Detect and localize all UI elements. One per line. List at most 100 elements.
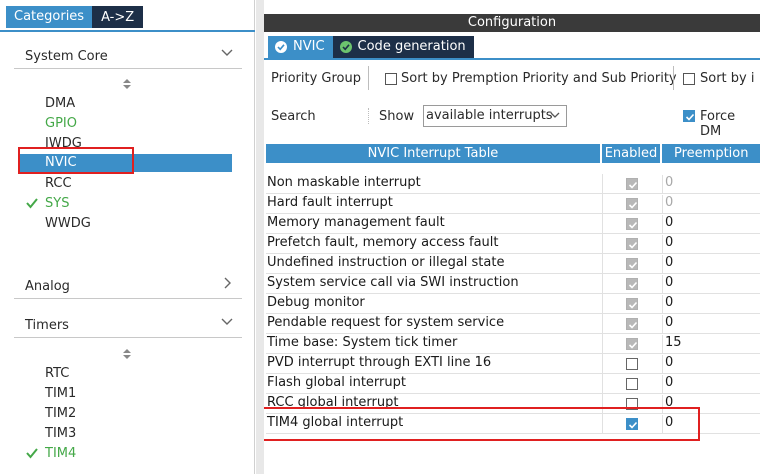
section-timers[interactable]: Timers (14, 312, 242, 338)
enabled-cell (602, 274, 660, 294)
preemption-priority[interactable]: 0 (662, 195, 673, 214)
table-row[interactable]: Pendable request for system service 0 (266, 314, 760, 334)
tab-label: Code generation (357, 39, 466, 54)
preemption-priority[interactable]: 15 (662, 335, 682, 354)
enabled-cell (602, 334, 660, 354)
check-icon (628, 261, 638, 269)
section-analog[interactable]: Analog (14, 273, 242, 299)
table-row[interactable]: Prefetch fault, memory access fault 0 (266, 234, 760, 254)
check-icon (628, 201, 638, 209)
check-circle-icon (339, 41, 352, 53)
tim4-highlight-box (264, 407, 700, 441)
check-circle-icon (275, 41, 287, 53)
section-label: System Core (25, 49, 108, 64)
chevron-down-icon (221, 49, 233, 56)
header-preemption[interactable]: Preemption (662, 144, 760, 163)
enabled-checkbox (626, 238, 638, 250)
interrupt-name: Time base: System tick timer (267, 335, 458, 350)
interrupt-name: Undefined instruction or illegal state (267, 255, 505, 270)
section-label: Analog (25, 279, 70, 294)
chevron-right-icon (224, 277, 231, 289)
preemption-priority[interactable]: 0 (662, 355, 673, 374)
check-icon (628, 241, 638, 249)
table-row[interactable]: Memory management fault 0 (266, 214, 760, 234)
preemption-priority[interactable]: 0 (662, 295, 673, 314)
enabled-cell (602, 234, 660, 254)
table-row[interactable]: PVD interrupt through EXTI line 16 0 (266, 354, 760, 374)
tab-nvic[interactable]: NVIC (268, 36, 333, 58)
preemption-priority[interactable]: 0 (662, 375, 673, 394)
check-icon (628, 281, 638, 289)
enabled-cell (602, 214, 660, 234)
table-row[interactable]: Hard fault interrupt 0 (266, 194, 760, 214)
divider (673, 66, 674, 90)
nvic-highlight-box (18, 147, 134, 174)
table-row[interactable]: System service call via SWI instruction 0 (266, 274, 760, 294)
section-label: Timers (25, 318, 69, 333)
preemption-priority[interactable]: 0 (662, 255, 673, 274)
check-icon (26, 448, 38, 459)
table-row[interactable]: Undefined instruction or illegal state 0 (266, 254, 760, 274)
category-tabs: Categories A->Z (6, 6, 144, 28)
item-wwdg[interactable]: WWDG (45, 215, 91, 233)
header-interrupt-table[interactable]: NVIC Interrupt Table (266, 144, 600, 163)
tab-categories[interactable]: Categories (6, 6, 93, 28)
sort-by-i-checkbox[interactable] (683, 73, 695, 85)
enabled-cell (602, 294, 660, 314)
tab-label: NVIC (293, 39, 325, 54)
sort-preemption-checkbox[interactable] (385, 73, 397, 85)
tab-a-z[interactable]: A->Z (92, 6, 144, 28)
table-row[interactable]: Debug monitor 0 (266, 294, 760, 314)
enabled-checkbox (626, 338, 638, 350)
item-tim3[interactable]: TIM3 (45, 425, 76, 443)
interrupt-name: Flash global interrupt (267, 375, 406, 390)
enabled-cell (602, 174, 660, 194)
header-enabled[interactable]: Enabled (602, 144, 660, 163)
enabled-checkbox (626, 298, 638, 310)
chevron-down-icon (550, 112, 560, 118)
show-select[interactable]: available interrupts (423, 105, 567, 127)
interrupt-name: PVD interrupt through EXTI line 16 (267, 355, 492, 370)
sort-icon[interactable] (122, 78, 132, 90)
sort-icon[interactable] (122, 348, 132, 360)
enabled-checkbox[interactable] (626, 358, 638, 370)
enabled-cell (602, 314, 660, 334)
item-dma[interactable]: DMA (45, 95, 75, 113)
item-tim4[interactable]: TIM4 (45, 445, 76, 463)
preemption-priority[interactable]: 0 (662, 215, 673, 234)
item-tim1[interactable]: TIM1 (45, 385, 76, 403)
preemption-priority[interactable]: 0 (662, 275, 673, 294)
force-checkbox[interactable] (683, 110, 695, 122)
interrupt-name: Hard fault interrupt (267, 195, 393, 210)
divider (368, 108, 369, 124)
item-rtc[interactable]: RTC (45, 365, 69, 383)
item-gpio[interactable]: GPIO (45, 115, 77, 133)
search-label: Search (271, 109, 316, 124)
table-row[interactable]: Non maskable interrupt 0 (266, 174, 760, 194)
item-tim2[interactable]: TIM2 (45, 405, 76, 423)
enabled-checkbox[interactable] (626, 378, 638, 390)
divider (368, 66, 369, 90)
preemption-priority[interactable]: 0 (662, 235, 673, 254)
panel-splitter[interactable] (256, 0, 264, 474)
sort-preemption-label: Sort by Premption Priority and Sub Prior… (401, 71, 677, 86)
enabled-checkbox (626, 178, 638, 190)
section-system-core[interactable]: System Core (14, 43, 242, 69)
configuration-tabs: NVIC Code generation (268, 36, 474, 58)
item-sys[interactable]: SYS (45, 195, 69, 213)
sort-by-i-label: Sort by i (700, 71, 755, 86)
check-icon (26, 198, 38, 209)
check-icon (685, 113, 695, 121)
show-select-value: available interrupts (426, 108, 553, 123)
table-row[interactable]: Flash global interrupt 0 (266, 374, 760, 394)
preemption-priority[interactable]: 0 (662, 175, 673, 194)
interrupt-name: Memory management fault (267, 215, 445, 230)
force-label: Force DM (700, 109, 736, 139)
interrupt-name: Prefetch fault, memory access fault (267, 235, 499, 250)
tab-code-generation[interactable]: Code generation (332, 36, 474, 58)
item-rcc[interactable]: RCC (45, 175, 72, 193)
check-icon (628, 221, 638, 229)
table-row[interactable]: Time base: System tick timer 15 (266, 334, 760, 354)
enabled-checkbox (626, 218, 638, 230)
preemption-priority[interactable]: 0 (662, 315, 673, 334)
